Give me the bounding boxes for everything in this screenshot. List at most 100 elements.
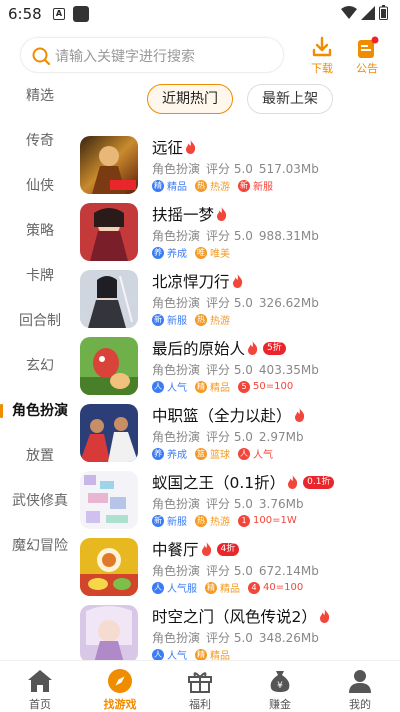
sidebar-item-fantasy[interactable]: 玄幻	[0, 351, 80, 381]
tag-label: 人气	[253, 450, 273, 461]
notification-a-icon: A	[53, 8, 65, 20]
game-rating: 评分 5.0	[206, 296, 253, 310]
game-tag: 热热游	[195, 178, 230, 193]
game-tag: 1 100=1W	[238, 514, 297, 527]
search-placeholder: 请输入关键字进行搜索	[55, 49, 195, 65]
game-list-item[interactable]: 北凉悍刀行 角色扮演 评分 5.0 326.62Mb 新新服 热热游	[80, 270, 400, 336]
tag-label: 养成	[167, 249, 187, 260]
game-genre: 角色扮演	[152, 430, 201, 444]
download-label: 下载	[311, 62, 333, 75]
game-icon-last-caveman	[80, 337, 138, 395]
game-genre: 角色扮演	[152, 229, 201, 243]
search-input[interactable]: 请输入关键字进行搜索	[20, 37, 284, 73]
tag-label: 100=1W	[253, 515, 297, 526]
game-icon-fuyao-yimeng	[80, 203, 138, 261]
nav-welfare[interactable]: 福利	[160, 665, 240, 711]
game-tag: 精精品	[205, 580, 240, 595]
game-tag: 热热游	[195, 312, 230, 327]
hot-fire-icon	[248, 341, 258, 355]
nav-find-games[interactable]: 找游戏	[80, 665, 160, 711]
hot-fire-icon	[288, 475, 298, 489]
game-size: 517.03Mb	[258, 162, 319, 176]
search-row: 请输入关键字进行搜索 下载 公告	[0, 30, 400, 80]
game-icon-yuanzheng	[80, 136, 138, 194]
game-tag: 唯唯美	[195, 245, 230, 260]
search-icon	[32, 47, 51, 66]
game-size: 348.26Mb	[258, 631, 319, 645]
tag-icon: 精	[195, 380, 207, 393]
tag-icon: 唯	[195, 246, 207, 259]
tag-label: 篮球	[210, 450, 230, 461]
game-list-item[interactable]: 最后的原始人 5折 角色扮演 评分 5.0 403.35Mb 人人气 精精品 5 50…	[80, 337, 400, 403]
tag-icon: 热	[195, 313, 207, 326]
game-list-item[interactable]: 中餐厅 4折 角色扮演 评分 5.0 672.14Mb 人人气服 精精品 4 40=1…	[80, 538, 400, 604]
download-button[interactable]: 下载	[302, 34, 342, 76]
game-tag: 精精品	[195, 379, 230, 394]
tag-icon: 养	[152, 447, 164, 460]
sidebar-item-featured[interactable]: 精选	[0, 81, 80, 111]
tag-icon: 精	[205, 581, 217, 594]
sidebar-item-wuxia[interactable]: 武侠修真	[0, 486, 80, 516]
game-tags: 养养成 篮篮球 人人气	[152, 446, 281, 461]
nav-home[interactable]: 首页	[0, 665, 80, 711]
game-tag: 人人气服	[152, 580, 197, 595]
game-list-item[interactable]: 扶摇一梦 角色扮演 评分 5.0 988.31Mb 养养成 唯唯美	[80, 203, 400, 269]
hot-fire-icon	[294, 408, 304, 422]
wifi-icon	[341, 5, 357, 19]
status-bar: 6:58 A	[0, 0, 400, 28]
game-tag: 养养成	[152, 245, 187, 260]
tag-label: 人气	[167, 383, 187, 394]
sidebar-item-card[interactable]: 卡牌	[0, 261, 80, 291]
sidebar-item-turn-based[interactable]: 回合制	[0, 306, 80, 336]
game-genre: 角色扮演	[152, 296, 201, 310]
tag-icon: 4	[248, 581, 260, 594]
sidebar-item-strategy[interactable]: 策略	[0, 216, 80, 246]
notice-button[interactable]: 公告	[347, 34, 387, 76]
tag-label: 精品	[167, 182, 187, 193]
sidebar-item-rpg[interactable]: 角色扮演	[0, 396, 80, 426]
game-list-item[interactable]: 中职篮（全力以赴） 角色扮演 评分 5.0 2.97Mb 养养成 篮篮球 人人气	[80, 404, 400, 470]
game-name: 中餐厅	[152, 541, 199, 559]
tag-icon: 人	[152, 648, 164, 661]
game-icon-chinese-restaurant	[80, 538, 138, 596]
tab-newest[interactable]: 最新上架	[247, 84, 333, 114]
sidebar-item-idle[interactable]: 放置	[0, 441, 80, 471]
compass-icon	[108, 669, 132, 693]
tag-label: 新服	[167, 517, 187, 528]
game-size: 3.76Mb	[258, 497, 304, 511]
game-genre: 角色扮演	[152, 564, 201, 578]
game-tags: 新新服 热热游	[152, 312, 238, 327]
game-tags: 精精品 热热游 新新服	[152, 178, 281, 193]
game-name: 扶摇一梦	[152, 206, 215, 224]
game-rating: 评分 5.0	[206, 430, 253, 444]
game-list-item[interactable]: 蚁国之王（0.1折） 0.1折 角色扮演 评分 5.0 3.76Mb 新新服 热热游…	[80, 471, 400, 537]
tag-icon: 精	[195, 648, 207, 661]
game-size: 2.97Mb	[258, 430, 304, 444]
tag-label: 热游	[210, 517, 230, 528]
game-icon-cba	[80, 404, 138, 462]
sidebar-item-magic-adventure[interactable]: 魔幻冒险	[0, 531, 80, 561]
game-rating: 评分 5.0	[206, 631, 253, 645]
tag-label: 热游	[210, 316, 230, 327]
tag-icon: 精	[152, 179, 164, 192]
game-rating: 评分 5.0	[206, 363, 253, 377]
nav-earn[interactable]: ¥ 赚金	[240, 665, 320, 711]
money-bag-icon: ¥	[270, 671, 290, 692]
tag-label: 精品	[210, 383, 230, 394]
discount-badge: 5折	[263, 341, 286, 355]
home-icon	[28, 670, 52, 692]
notice-icon	[358, 36, 379, 58]
status-icons	[341, 5, 388, 20]
tab-recent-hot[interactable]: 近期热门	[147, 84, 233, 114]
nav-mine[interactable]: 我的	[320, 665, 400, 711]
sidebar-item-legend[interactable]: 传奇	[0, 126, 80, 156]
game-size: 326.62Mb	[258, 296, 319, 310]
tag-label: 唯美	[210, 249, 230, 260]
game-list-item[interactable]: 远征 角色扮演 评分 5.0 517.03Mb 精精品 热热游 新新服	[80, 136, 400, 202]
game-size: 403.35Mb	[258, 363, 319, 377]
sidebar-item-xianxia[interactable]: 仙侠	[0, 171, 80, 201]
game-icon-ant-king	[80, 471, 138, 529]
game-genre: 角色扮演	[152, 497, 201, 511]
game-name: 中职篮（全力以赴）	[152, 407, 292, 425]
download-icon	[312, 36, 332, 57]
